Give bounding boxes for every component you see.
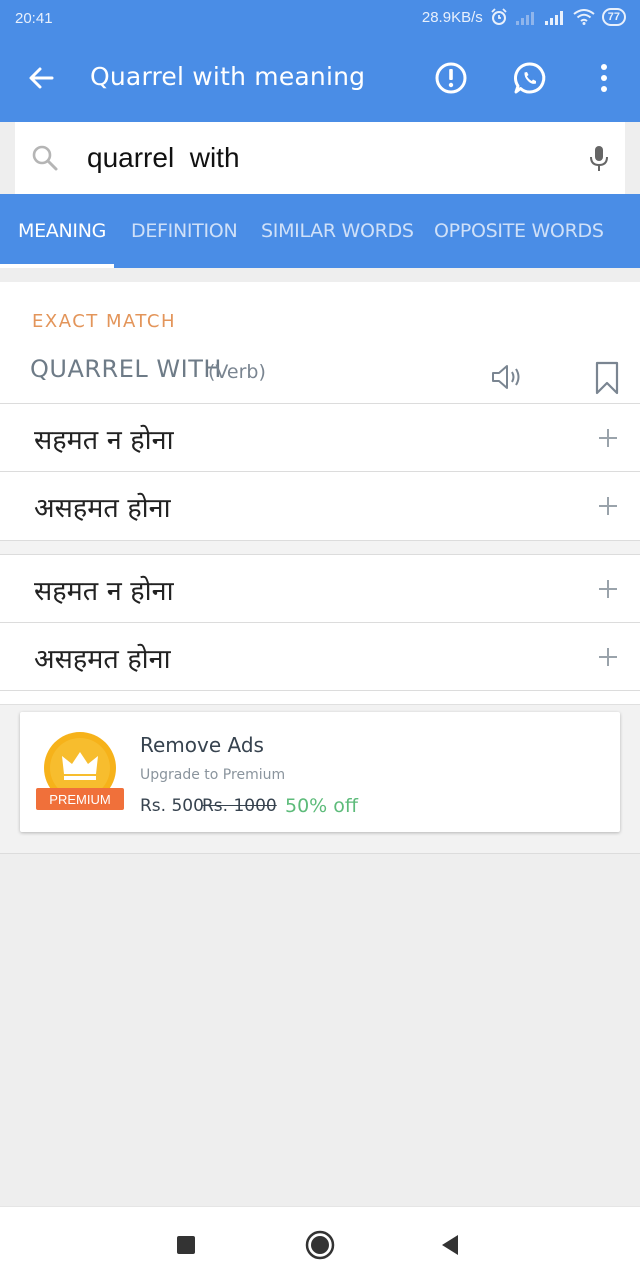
wifi-icon (573, 9, 595, 25)
report-icon[interactable] (433, 60, 469, 96)
app-bar: Quarrel with meaning (0, 38, 640, 122)
page-title: Quarrel with meaning (90, 62, 366, 91)
result-card: EXACT MATCH QUARREL WITH (Verb) सहमत न ह… (0, 282, 640, 704)
meaning-row[interactable]: असहमत होना (0, 471, 640, 539)
microphone-icon[interactable] (587, 144, 611, 174)
plus-icon[interactable] (596, 577, 620, 601)
premium-badge-text: PREMIUM (49, 792, 110, 807)
meaning-text: सहमत न होना (34, 576, 174, 607)
part-of-speech: (Verb) (208, 361, 266, 383)
meaning-text: असहमत होना (34, 493, 171, 524)
home-icon[interactable] (304, 1229, 336, 1261)
search-icon (32, 145, 58, 171)
tab-bar: MEANING DEFINITION SIMILAR WORDS OPPOSIT… (0, 194, 640, 268)
recents-icon[interactable] (170, 1229, 202, 1261)
tab-meaning[interactable]: MEANING (18, 220, 106, 242)
alarm-icon (491, 8, 507, 25)
premium-crown-icon: PREMIUM (36, 732, 124, 810)
ad-old-price: Rs. 1000 (202, 796, 277, 816)
plus-icon[interactable] (596, 494, 620, 518)
plus-icon[interactable] (596, 645, 620, 669)
status-time: 20:41 (15, 10, 53, 27)
more-options-icon[interactable] (586, 60, 622, 96)
system-nav-bar (0, 1206, 640, 1280)
result-word: QUARREL WITH (30, 355, 222, 383)
speaker-icon[interactable] (490, 362, 526, 392)
ad-price: Rs. 500 (140, 796, 204, 816)
tab-definition[interactable]: DEFINITION (131, 220, 238, 242)
back-arrow-icon[interactable] (26, 62, 58, 94)
status-icons: 28.9KB/s 77 (422, 8, 626, 26)
signal-weak-icon (515, 12, 534, 25)
back-nav-icon[interactable] (434, 1229, 466, 1261)
battery-indicator: 77 (601, 8, 626, 26)
whatsapp-icon[interactable] (512, 60, 548, 96)
status-bar: 20:41 28.9KB/s 77 (0, 0, 640, 38)
meaning-row[interactable]: असहमत होना (0, 622, 640, 691)
active-tab-indicator (0, 264, 114, 268)
ad-section: PREMIUM Remove Ads Upgrade to Premium Rs… (0, 704, 640, 854)
meaning-row[interactable]: सहमत न होना (0, 554, 640, 622)
ad-discount: 50% off (285, 795, 358, 817)
network-speed: 28.9KB/s (421, 8, 483, 26)
signal-icon (544, 11, 563, 25)
ad-title: Remove Ads (140, 733, 264, 757)
search-input[interactable] (87, 136, 567, 180)
tab-opposite-words[interactable]: OPPOSITE WORDS (434, 220, 604, 242)
ad-subtitle: Upgrade to Premium (140, 767, 286, 783)
remove-ads-card[interactable]: PREMIUM Remove Ads Upgrade to Premium Rs… (20, 712, 620, 832)
bookmark-icon[interactable] (594, 361, 620, 395)
section-label: EXACT MATCH (32, 311, 176, 332)
meaning-row[interactable]: सहमत न होना (0, 403, 640, 471)
meaning-text: सहमत न होना (34, 425, 174, 456)
tab-similar-words[interactable]: SIMILAR WORDS (261, 220, 414, 242)
plus-icon[interactable] (596, 426, 620, 450)
section-divider (0, 540, 640, 554)
meaning-text: असहमत होना (34, 644, 171, 675)
search-box (15, 122, 625, 194)
